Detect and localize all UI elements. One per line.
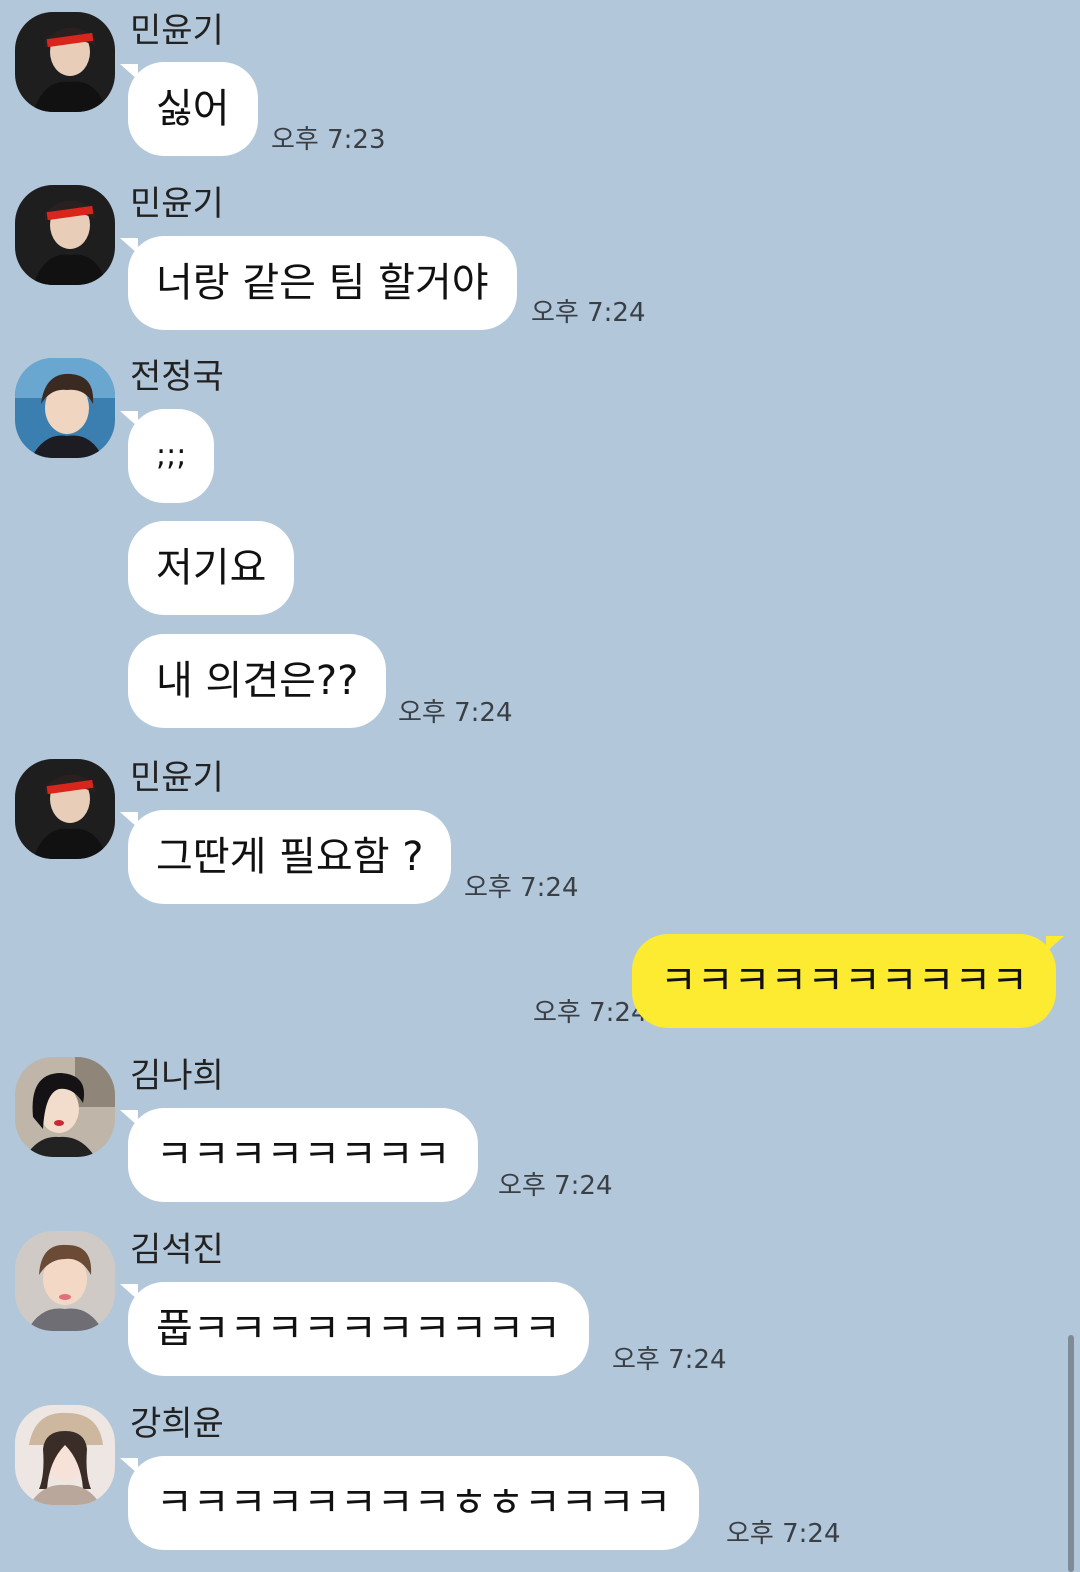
chat-room[interactable]: 민윤기 싫어 오후 7:23 민윤기 너랑 같은 팀 할거야 오후 7:24 전… <box>0 0 1080 1572</box>
avatar-kim-nahee[interactable] <box>15 1057 115 1157</box>
message-time: 오후 7:24 <box>726 1519 841 1549</box>
message-bubble[interactable]: 저기요 <box>128 521 295 615</box>
sender-name: 김나희 <box>130 1056 224 1096</box>
message-bubble[interactable]: 너랑 같은 팀 할거야 <box>120 236 517 330</box>
message-bubble[interactable]: 내 의견은?? <box>128 634 387 728</box>
sender-name: 김석진 <box>130 1230 224 1270</box>
sender-name: 민윤기 <box>130 11 224 51</box>
message-bubble[interactable]: 그딴게 필요함 ? <box>119 810 452 904</box>
sender-name: 민윤기 <box>130 184 224 224</box>
message-time: 오후 7:24 <box>398 698 513 728</box>
message-time: 오후 7:23 <box>271 125 386 155</box>
message-bubble[interactable]: ㅋㅋㅋㅋㅋㅋㅋㅋ <box>119 1108 479 1202</box>
avatar-kang-heeyoon[interactable] <box>15 1405 115 1505</box>
scrollbar[interactable] <box>1068 1335 1074 1572</box>
message-bubble[interactable]: ㅋㅋㅋㅋㅋㅋㅋㅋㅎㅎㅋㅋㅋㅋ <box>119 1456 700 1550</box>
message-time: 오후 7:24 <box>531 298 646 328</box>
sender-name: 전정국 <box>130 357 224 397</box>
avatar-min-yoongi[interactable] <box>15 12 115 112</box>
sender-name: 강희윤 <box>130 1404 224 1444</box>
message-bubble[interactable]: ;;; <box>119 409 215 503</box>
avatar-jeon-jungkook[interactable] <box>15 358 115 458</box>
sender-name: 민윤기 <box>130 758 224 798</box>
message-time: 오후 7:24 <box>612 1345 727 1375</box>
my-message-bubble[interactable]: ㅋㅋㅋㅋㅋㅋㅋㅋㅋㅋ <box>632 934 1064 1028</box>
message-time: 오후 7:24 <box>498 1171 613 1201</box>
message-time: 오후 7:24 <box>464 873 579 903</box>
avatar-min-yoongi[interactable] <box>15 759 115 859</box>
avatar-min-yoongi[interactable] <box>15 185 115 285</box>
message-time: 오후 7:24 <box>533 998 648 1028</box>
avatar-kim-seokjin[interactable] <box>15 1231 115 1331</box>
message-bubble[interactable]: 싫어 <box>120 62 258 156</box>
message-bubble[interactable]: 풉ㅋㅋㅋㅋㅋㅋㅋㅋㅋㅋ <box>120 1282 589 1376</box>
